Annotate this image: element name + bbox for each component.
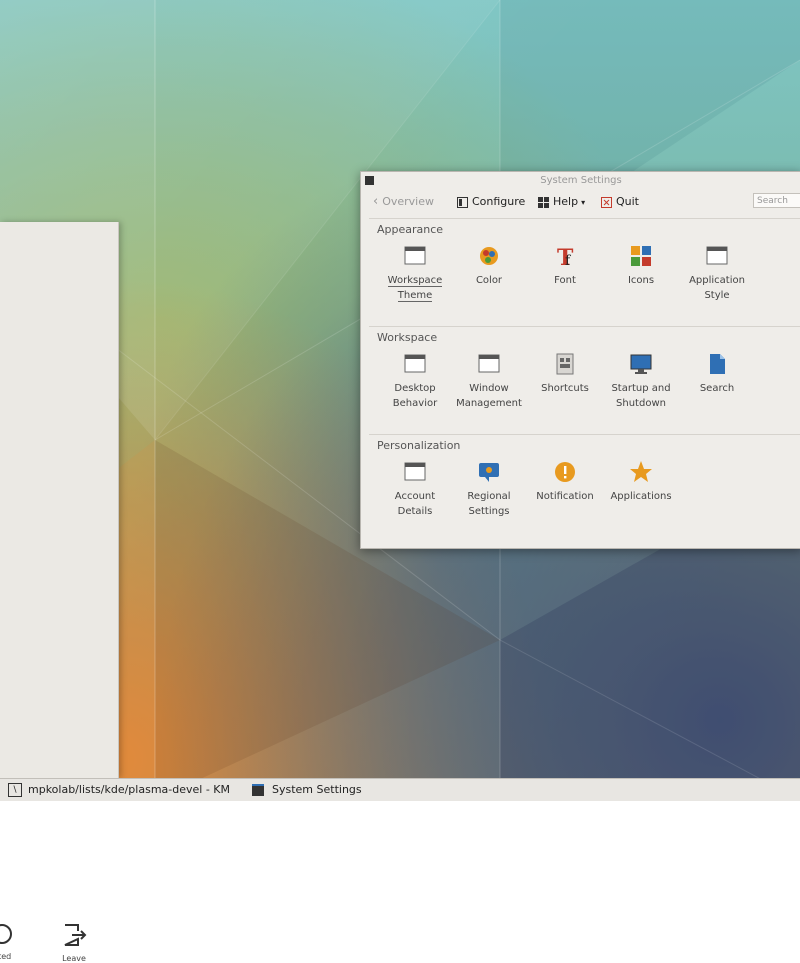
quit-label: Quit xyxy=(616,195,639,208)
tile-label: Regional Settings xyxy=(467,491,511,517)
window-icon xyxy=(404,462,426,481)
window-icon xyxy=(404,246,426,265)
tile-label: Desktop Behavior xyxy=(392,383,438,409)
tile-label: Workspace Theme xyxy=(387,275,443,302)
overview-label: Overview xyxy=(382,195,434,208)
tile-desktop-behavior[interactable]: Desktop Behavior xyxy=(377,351,453,411)
shortcuts-icon xyxy=(556,353,574,375)
section-appearance: Appearance Workspace Theme Color Tf Font… xyxy=(369,218,800,323)
font-icon: Tf xyxy=(557,245,574,269)
tile-label: Shortcuts xyxy=(541,383,589,394)
section-personalization: Personalization Account Details Regional… xyxy=(369,434,800,539)
tile-label: Font xyxy=(554,275,576,286)
quit-button[interactable]: Quit xyxy=(601,194,639,210)
window-icon xyxy=(478,354,500,373)
tile-applications[interactable]: Applications xyxy=(603,459,679,504)
overview-button[interactable]: ‹ Overview xyxy=(373,194,434,210)
tile-startup-shutdown[interactable]: Startup and Shutdown xyxy=(603,351,679,411)
monitor-icon xyxy=(630,354,652,374)
tile-label: Icons xyxy=(627,275,655,286)
search-input[interactable]: Search xyxy=(753,193,800,208)
quit-icon xyxy=(601,196,612,208)
star-icon xyxy=(630,461,652,482)
tile-font[interactable]: Tf Font xyxy=(527,243,603,288)
tile-notification[interactable]: Notification xyxy=(527,459,603,504)
tile-icons[interactable]: Icons xyxy=(603,243,679,288)
power-button-label: tited xyxy=(0,952,12,961)
tile-label: Application Style xyxy=(689,275,745,301)
help-dropdown-icon: ▾ xyxy=(581,198,586,207)
terminal-icon: \ xyxy=(8,783,22,797)
window-menu-icon[interactable] xyxy=(365,176,374,185)
help-button[interactable]: Help ▾ xyxy=(538,194,585,210)
tile-search[interactable]: Search xyxy=(679,351,755,396)
tile-application-style[interactable]: Application Style xyxy=(679,243,755,303)
power-button[interactable]: tited xyxy=(0,922,32,961)
settings-icon xyxy=(252,784,264,796)
taskbar: \ mpkolab/lists/kde/plasma-devel - KM Sys… xyxy=(0,778,800,801)
tile-account-details[interactable]: Account Details xyxy=(377,459,453,519)
taskbar-item-label: System Settings xyxy=(272,783,362,796)
taskbar-item-system-settings[interactable]: System Settings xyxy=(252,782,362,798)
notification-icon xyxy=(555,462,575,482)
system-settings-window: System Settings ‹ Overview Configure Help… xyxy=(360,171,800,549)
document-icon xyxy=(710,354,725,374)
taskbar-item-label: mpkolab/lists/kde/plasma-devel - KM xyxy=(28,783,230,796)
flag-icon xyxy=(479,463,499,482)
leave-button-label: Leave xyxy=(62,954,86,963)
tile-label: Search xyxy=(699,383,735,394)
leave-button[interactable]: Leave xyxy=(44,922,104,963)
tile-label: Color xyxy=(475,275,503,286)
window-titlebar[interactable]: System Settings xyxy=(361,172,800,190)
tile-shortcuts[interactable]: Shortcuts xyxy=(527,351,603,396)
taskbar-item-terminal[interactable]: \ mpkolab/lists/kde/plasma-devel - KM xyxy=(8,782,230,798)
toolbar: ‹ Overview Configure Help ▾ Quit Search xyxy=(361,191,800,213)
section-title: Personalization xyxy=(377,439,461,452)
window-title: System Settings xyxy=(540,175,622,186)
tile-color[interactable]: Color xyxy=(451,243,527,288)
configure-label: Configure xyxy=(472,195,526,208)
window-icon xyxy=(404,354,426,373)
section-title: Appearance xyxy=(377,223,444,236)
power-icon xyxy=(0,924,12,944)
configure-icon xyxy=(457,196,468,208)
leave-icon xyxy=(64,924,87,946)
tile-label: Window Management xyxy=(456,383,522,409)
tile-label: Startup and Shutdown xyxy=(611,383,671,409)
tile-workspace-theme[interactable]: Workspace Theme xyxy=(377,243,453,303)
help-icon xyxy=(538,196,549,208)
section-title: Workspace xyxy=(377,331,438,344)
section-workspace: Workspace Desktop Behavior Window Manage… xyxy=(369,326,800,431)
configure-button[interactable]: Configure xyxy=(457,194,525,210)
launcher-panel: tited Leave xyxy=(0,222,119,963)
icons-icon xyxy=(631,246,651,266)
color-palette-icon xyxy=(480,247,498,265)
tile-label: Notification xyxy=(536,491,594,502)
tile-label: Applications xyxy=(610,491,672,502)
tile-window-management[interactable]: Window Management xyxy=(451,351,527,411)
tile-label: Account Details xyxy=(394,491,436,517)
window-icon xyxy=(706,246,728,265)
help-label: Help xyxy=(553,195,579,208)
back-arrow-icon: ‹ xyxy=(373,194,379,209)
tile-regional-settings[interactable]: Regional Settings xyxy=(451,459,527,519)
